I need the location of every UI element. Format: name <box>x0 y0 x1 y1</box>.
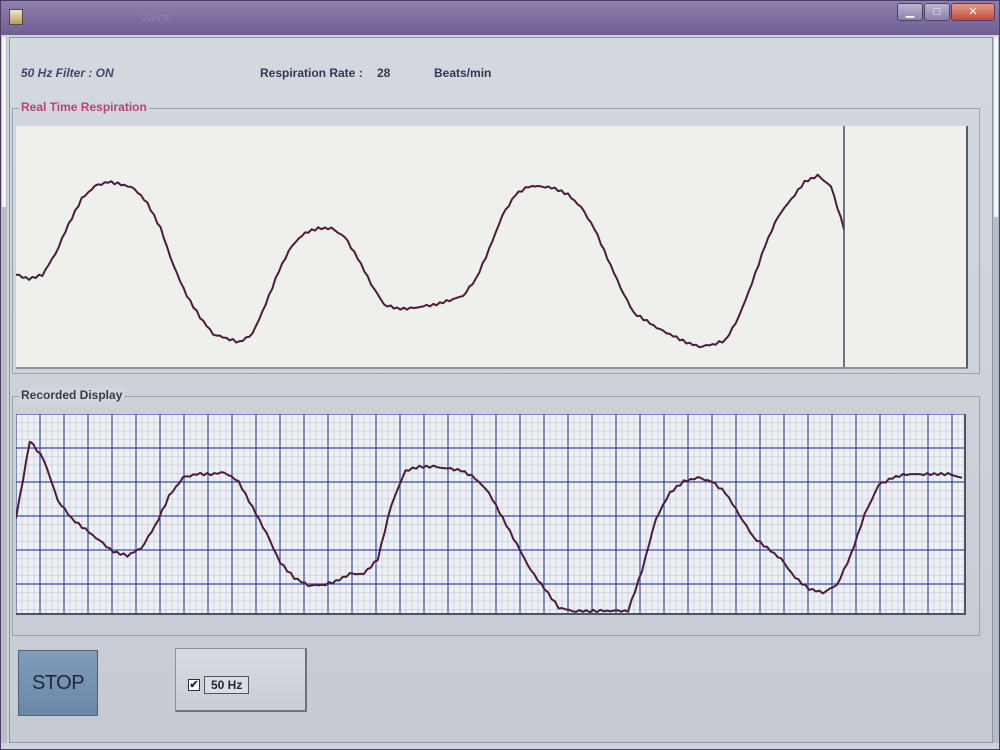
app-window: Java ▁ □ ✕ 50 Hz Filter : ON Respiration… <box>0 0 1000 750</box>
java-icon <box>9 9 23 25</box>
filter-status-text: 50 Hz Filter : ON <box>21 66 114 80</box>
title-bar[interactable]: Java ▁ □ ✕ <box>1 1 999 35</box>
filter-control-panel: ✔ 50 Hz <box>175 648 307 712</box>
respiration-rate-value: 28 <box>377 66 391 80</box>
checkmark-icon: ✔ <box>189 679 199 691</box>
realtime-respiration-panel: Real Time Respiration <box>12 100 980 374</box>
minimize-icon: ▁ <box>905 6 915 18</box>
minimize-button[interactable]: ▁ <box>897 3 923 21</box>
recorded-panel-title: Recorded Display <box>19 388 125 402</box>
close-icon: ✕ <box>968 6 978 18</box>
recorded-plot-area <box>16 414 966 615</box>
recorded-display-panel: Recorded Display <box>12 388 980 636</box>
left-scroll-thumb[interactable] <box>2 37 6 207</box>
window-title: Java <box>141 10 171 24</box>
close-button[interactable]: ✕ <box>951 3 995 21</box>
realtime-chart <box>16 126 845 367</box>
maximize-icon: □ <box>933 6 941 18</box>
main-content: 50 Hz Filter : ON Respiration Rate : 28 … <box>9 37 993 743</box>
filter-checkbox-label[interactable]: 50 Hz <box>204 676 250 694</box>
stop-button[interactable]: STOP <box>18 650 98 716</box>
respiration-rate-unit: Beats/min <box>434 66 492 80</box>
trace-line-real-time-respiration <box>16 173 845 349</box>
maximize-button[interactable]: □ <box>924 3 950 21</box>
filter-checkbox[interactable]: ✔ <box>188 679 200 691</box>
realtime-plot-area <box>16 126 968 369</box>
right-scroll-thumb[interactable] <box>994 37 998 217</box>
recorded-chart <box>16 414 964 613</box>
respiration-rate-label: Respiration Rate : <box>260 66 363 80</box>
realtime-panel-title: Real Time Respiration <box>19 100 149 114</box>
